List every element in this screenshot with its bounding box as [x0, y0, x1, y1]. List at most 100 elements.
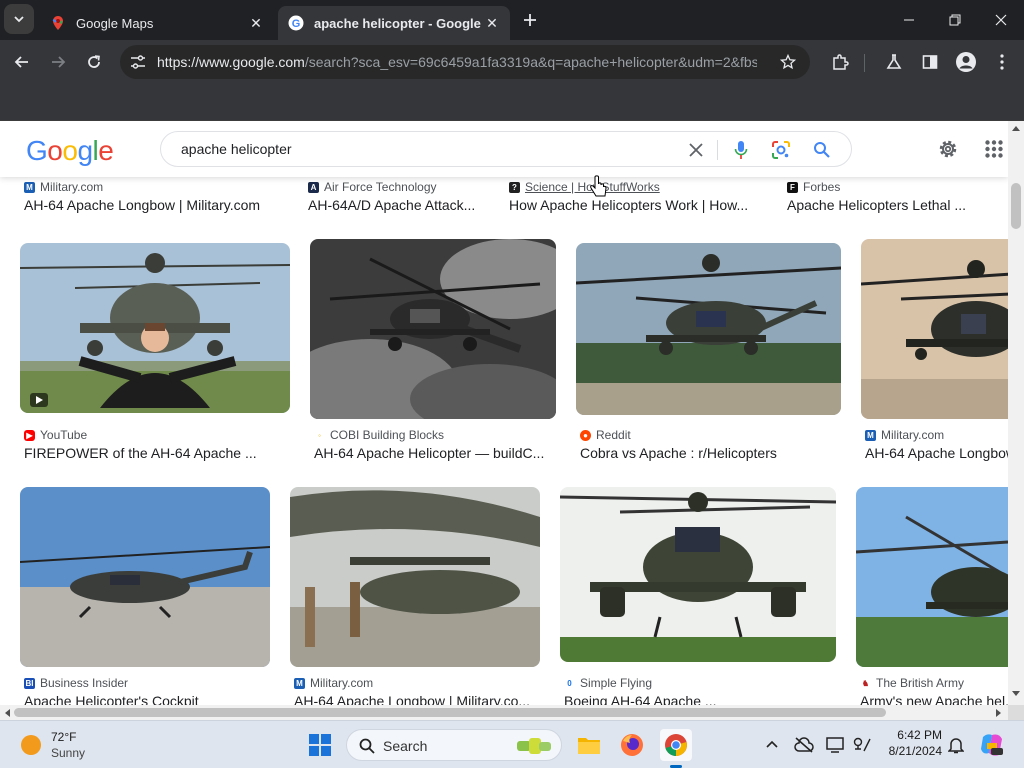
scroll-left-icon[interactable]: [4, 709, 10, 717]
helicopter-thumbnail: [861, 239, 1008, 419]
close-icon[interactable]: ✕: [484, 15, 500, 32]
air-force-technology-icon: A: [308, 181, 319, 193]
result-title[interactable]: AH-64 Apache Helicopter — buildC...: [314, 445, 559, 461]
browser-toolbar: https://www.google.com/search?sca_esv=69…: [0, 40, 1024, 85]
image-result[interactable]: [20, 243, 290, 413]
tab-search-button[interactable]: [4, 4, 34, 34]
horizontal-scrollbar[interactable]: [0, 705, 1008, 720]
weather-widget[interactable]: 72°F Sunny: [20, 730, 140, 762]
search-button[interactable]: [811, 139, 833, 161]
image-result[interactable]: [290, 487, 540, 667]
file-explorer-button[interactable]: [573, 729, 605, 761]
cloud-sync-button[interactable]: [788, 729, 820, 761]
image-result[interactable]: [861, 239, 1008, 419]
url-host: https://www.google.com: [157, 54, 305, 70]
result-title[interactable]: AH-64 Apache Longbow | Military.co...: [294, 693, 539, 705]
search-box[interactable]: apache helicopter: [160, 131, 852, 167]
result-source[interactable]: ? Science | HowStuffWorks: [509, 180, 660, 194]
star-icon[interactable]: [780, 54, 796, 70]
result-source[interactable]: M Military.com: [865, 428, 944, 442]
chrome-button[interactable]: [660, 729, 692, 768]
menu-button[interactable]: [986, 46, 1018, 78]
result-source[interactable]: M Military.com: [24, 180, 103, 194]
settings-button[interactable]: [934, 135, 962, 163]
scrollbar-thumb[interactable]: [1011, 183, 1021, 229]
search-icon: [359, 738, 375, 754]
copilot-icon: [981, 734, 1003, 756]
svg-text:G: G: [292, 18, 301, 30]
clock[interactable]: 6:42 PM 8/21/2024: [880, 728, 942, 762]
minimize-button[interactable]: [886, 0, 932, 40]
scrollbar-corner: [1008, 705, 1024, 720]
result-source[interactable]: ◦ COBI Building Blocks: [314, 428, 444, 442]
close-window-button[interactable]: [978, 0, 1024, 40]
result-source[interactable]: ♞ The British Army: [860, 676, 964, 690]
new-tab-button[interactable]: [514, 4, 546, 36]
result-title[interactable]: AH-64A/D Apache Attack...: [308, 197, 488, 213]
site-info-icon[interactable]: [130, 55, 146, 69]
result-title[interactable]: AH-64 Apache Longbow | Military.com: [24, 197, 284, 213]
helicopter-thumbnail: [576, 243, 841, 415]
google-logo[interactable]: Google: [26, 135, 114, 167]
weather-temp: 72°F: [51, 730, 77, 744]
vertical-scrollbar[interactable]: [1008, 121, 1024, 705]
side-panel-button[interactable]: [914, 46, 946, 78]
image-result[interactable]: [576, 243, 841, 415]
start-button[interactable]: [304, 729, 336, 761]
monitor-icon: [826, 737, 844, 753]
result-title[interactable]: FIREPOWER of the AH-64 Apache ...: [24, 445, 274, 461]
forward-button[interactable]: [42, 46, 74, 78]
image-result[interactable]: [20, 487, 270, 667]
image-result[interactable]: [310, 239, 556, 419]
result-source[interactable]: 0 Simple Flying: [564, 676, 652, 690]
result-source[interactable]: A Air Force Technology: [308, 180, 437, 194]
network-button[interactable]: [846, 729, 878, 761]
tab-google-search[interactable]: G apache helicopter - Google Se ✕: [278, 6, 510, 40]
result-source[interactable]: BI Business Insider: [24, 676, 128, 690]
result-source[interactable]: ● Reddit: [580, 428, 631, 442]
address-bar[interactable]: https://www.google.com/search?sca_esv=69…: [120, 45, 810, 79]
folder-icon: [578, 738, 600, 754]
close-icon: [995, 14, 1007, 26]
chrome-icon: [665, 734, 687, 756]
google-apps-button[interactable]: [980, 135, 1008, 163]
labs-button[interactable]: [878, 46, 910, 78]
result-title[interactable]: Army's new Apache hel...: [860, 693, 1008, 705]
scroll-right-icon[interactable]: [996, 709, 1002, 717]
result-source[interactable]: M Military.com: [294, 676, 373, 690]
clear-search-button[interactable]: [685, 139, 707, 161]
tab-google-maps[interactable]: Google Maps ✕: [40, 6, 274, 40]
result-title[interactable]: Apache Helicopters Lethal ...: [787, 197, 997, 213]
search-input[interactable]: apache helicopter: [181, 141, 292, 157]
result-source[interactable]: ▶ YouTube: [24, 428, 87, 442]
image-search-button[interactable]: [770, 139, 792, 161]
source-name: Military.com: [40, 180, 104, 194]
voice-search-button[interactable]: [730, 139, 752, 161]
scrollbar-thumb[interactable]: [14, 708, 886, 717]
restore-button[interactable]: [932, 0, 978, 40]
result-title[interactable]: Boeing AH-64 Apache ...: [564, 693, 834, 705]
helicopter-thumbnail: [856, 487, 1008, 667]
flask-icon: [886, 54, 902, 69]
result-title[interactable]: AH-64 Apache Longbow: [865, 445, 1008, 461]
image-result[interactable]: [560, 487, 836, 662]
show-hidden-icons-button[interactable]: [756, 729, 788, 761]
reload-button[interactable]: [78, 46, 110, 78]
scroll-down-icon[interactable]: [1012, 691, 1020, 697]
firefox-button[interactable]: [616, 729, 648, 761]
plus-icon: [524, 14, 536, 26]
image-result[interactable]: [856, 487, 1008, 667]
close-icon[interactable]: ✕: [248, 15, 264, 32]
extensions-button[interactable]: [824, 46, 856, 78]
taskbar-search[interactable]: Search: [346, 729, 562, 761]
copilot-button[interactable]: [976, 729, 1008, 761]
search-icon: [814, 142, 830, 158]
profile-button[interactable]: [950, 46, 982, 78]
scroll-up-icon[interactable]: [1012, 125, 1020, 131]
result-source[interactable]: F Forbes: [787, 180, 840, 194]
result-title[interactable]: Apache Helicopter's Cockpit: [24, 693, 269, 705]
back-button[interactable]: [6, 46, 38, 78]
result-title[interactable]: How Apache Helicopters Work | How...: [509, 197, 759, 213]
result-title[interactable]: Cobra vs Apache : r/Helicopters: [580, 445, 835, 461]
notifications-button[interactable]: [940, 729, 972, 761]
